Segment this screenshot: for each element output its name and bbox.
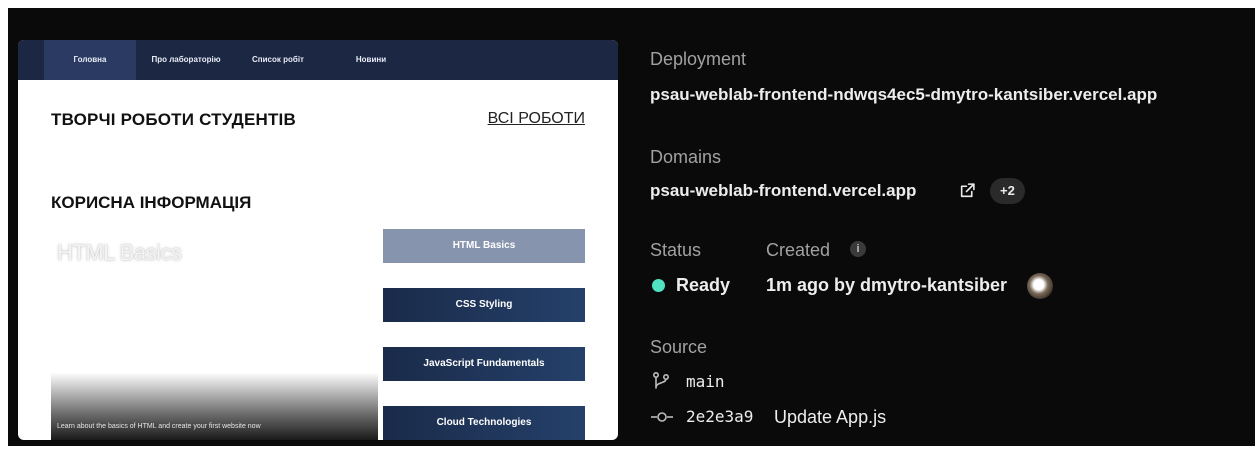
preview-nav-news[interactable]: Новини — [336, 40, 406, 80]
git-commit-icon — [651, 412, 673, 422]
preview-navbar: Головна Про лабораторію Список робіт Нов… — [18, 40, 618, 80]
source-label: Source — [650, 337, 708, 357]
status-value: Ready — [676, 275, 731, 295]
more-domains-badge[interactable]: +2 — [990, 178, 1025, 204]
preview-topic-css[interactable]: CSS Styling — [383, 288, 585, 322]
deployment-panel: Головна Про лабораторію Список робіт Нов… — [8, 8, 1255, 446]
preview-nav-about[interactable]: Про лабораторію — [140, 40, 232, 80]
created-value: 1m ago by dmytro-kantsiber — [766, 275, 1008, 295]
commit-message[interactable]: Update App.js — [774, 407, 886, 428]
domain-link[interactable]: psau-weblab-frontend.vercel.app — [650, 181, 916, 201]
deployment-preview[interactable]: Головна Про лабораторію Список робіт Нов… — [18, 40, 618, 440]
preview-nav-works[interactable]: Список робіт — [234, 40, 322, 80]
preview-nav-home[interactable]: Головна — [44, 40, 136, 80]
git-branch-icon — [652, 371, 670, 389]
preview-hero-card[interactable]: HTML Basics Learn about the basics of HT… — [51, 228, 378, 440]
status-ready-dot — [652, 279, 665, 292]
deployment-label: Deployment — [650, 49, 747, 69]
preview-hero-description: Learn about the basics of HTML and creat… — [57, 423, 261, 430]
preview-topic-js[interactable]: JavaScript Fundamentals — [383, 347, 585, 381]
status-label: Status — [650, 240, 702, 260]
deployment-url[interactable]: psau-weblab-frontend-ndwqs4ec5-dmytro-ka… — [650, 85, 1157, 105]
preview-heading-info: КОРИСНА ІНФОРМАЦІЯ — [51, 193, 252, 212]
preview-heading-works: ТВОРЧІ РОБОТИ СТУДЕНТІВ — [51, 110, 296, 129]
commit-hash[interactable]: 2e2e3a9 — [686, 407, 753, 426]
preview-hero-title: HTML Basics — [57, 240, 182, 265]
external-link-icon[interactable] — [959, 182, 976, 199]
domains-label: Domains — [650, 147, 722, 167]
preview-topic-html[interactable]: HTML Basics — [383, 229, 585, 263]
info-icon[interactable]: i — [850, 241, 866, 257]
user-avatar[interactable] — [1027, 273, 1053, 299]
branch-name[interactable]: main — [686, 372, 725, 391]
preview-topic-cloud[interactable]: Cloud Technologies — [383, 406, 585, 440]
preview-all-works-link[interactable]: ВСІ РОБОТИ — [488, 110, 585, 128]
created-label: Created — [766, 240, 831, 260]
